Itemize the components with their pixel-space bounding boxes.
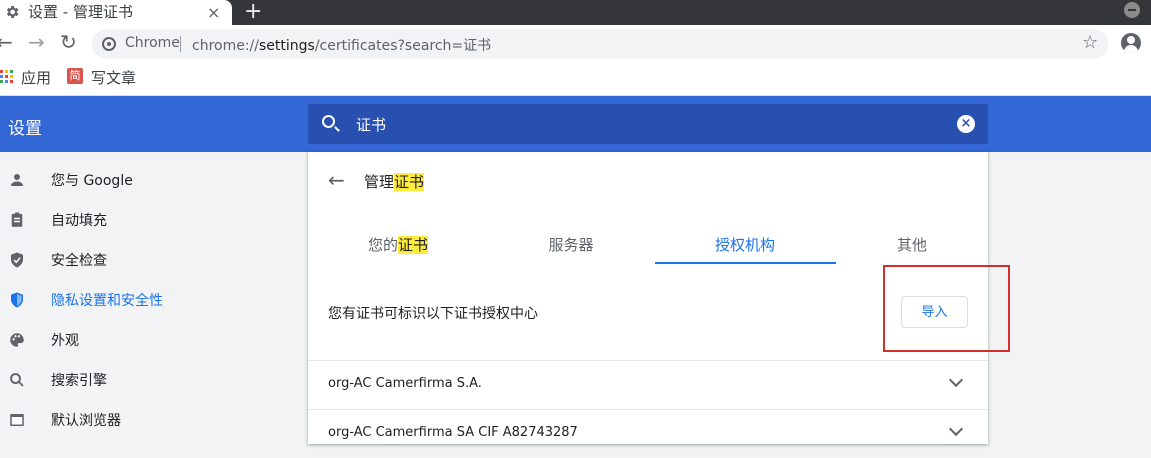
tab-your-certificates[interactable]: 您的证书 (308, 234, 488, 255)
bookmark-apps[interactable]: 应用 (21, 67, 51, 88)
certificates-card: ← 管理证书 您的证书 服务器 授权机构 其他 您有证书可标识以下证书授权中心 … (308, 152, 1010, 444)
sidebar-item-default-browser[interactable]: 默认浏览器 (0, 400, 300, 440)
settings-title: 设置 (8, 119, 42, 139)
person-icon (11, 174, 23, 186)
annotation-highlight-box (883, 265, 1010, 352)
tab-others[interactable]: 其他 (822, 234, 1002, 255)
search-highlight: 证书 (398, 236, 429, 254)
settings-search-box[interactable]: × (308, 104, 988, 144)
sidebar-item-label: 搜索引擎 (51, 373, 107, 389)
close-tab-icon[interactable]: × (207, 3, 220, 22)
list-item[interactable]: org-AC Camerfirma SA CIF A82743287 (308, 409, 988, 458)
apps-grid-icon[interactable] (0, 70, 13, 84)
back-arrow-icon[interactable]: ← (328, 168, 345, 192)
chrome-secure-icon (102, 37, 116, 51)
search-icon (10, 373, 24, 387)
tab-authorities[interactable]: 授权机构 (655, 234, 835, 255)
omnibox-separator (180, 36, 181, 52)
settings-search-input[interactable] (354, 114, 914, 134)
chevron-down-icon[interactable] (948, 421, 964, 437)
new-tab-button[interactable]: + (244, 0, 262, 24)
sidebar-item-autofill[interactable]: 自动填充 (0, 200, 300, 240)
jianshu-icon: 简 (67, 68, 83, 84)
profile-avatar-icon[interactable] (1121, 33, 1141, 53)
gear-icon (6, 6, 19, 18)
minimize-window-button[interactable] (1124, 2, 1140, 18)
search-icon (322, 115, 335, 128)
omnibox-chrome-label: Chrome (125, 35, 180, 51)
url-text[interactable]: chrome://settings/certificates?search=证书 (192, 35, 491, 55)
bookmarks-bar: 应用 简 写文章 (0, 63, 1151, 96)
authority-name: org-AC Camerfirma SA CIF A82743287 (328, 425, 578, 440)
tab-strip: 设置 - 管理证书 × + (0, 0, 1151, 25)
search-highlight: 证书 (394, 173, 425, 191)
authority-name: org-AC Camerfirma S.A. (328, 376, 482, 391)
sidebar-item-label: 自动填充 (51, 213, 107, 229)
authorities-description: 您有证书可标识以下证书授权中心 (328, 306, 538, 322)
shield-check-icon (11, 252, 23, 268)
sidebar-item-label: 安全检查 (51, 253, 107, 269)
shield-icon (11, 292, 23, 308)
forward-arrow-icon[interactable]: → (28, 30, 45, 54)
back-arrow-icon[interactable]: ← (0, 30, 13, 54)
sidebar-item-label: 隐私设置和安全性 (51, 293, 163, 309)
sidebar-item-label: 您与 Google (51, 173, 133, 189)
sidebar-item-search-engine[interactable]: 搜索引擎 (0, 360, 300, 400)
browser-icon (10, 414, 24, 426)
settings-sidebar: 您与 Google 自动填充 安全检查 隐私设置和安全性 外观 搜索引擎 默认浏… (0, 152, 300, 444)
tab-servers[interactable]: 服务器 (481, 234, 661, 255)
page-title: 管理证书 (364, 173, 425, 191)
sidebar-item-label: 外观 (51, 333, 79, 349)
sidebar-item-you-and-google[interactable]: 您与 Google (0, 160, 300, 200)
browser-toolbar: ← → ↻ Chrome chrome://settings/certifica… (0, 25, 1151, 63)
sidebar-item-appearance[interactable]: 外观 (0, 320, 300, 360)
settings-header: 设置 × (0, 96, 1151, 152)
clear-search-icon[interactable]: × (957, 115, 975, 133)
browser-tab-settings[interactable]: 设置 - 管理证书 × (0, 0, 232, 25)
tab-title: 设置 - 管理证书 (28, 3, 133, 21)
palette-icon (10, 333, 24, 347)
address-bar[interactable]: Chrome chrome://settings/certificates?se… (92, 29, 1108, 59)
clipboard-icon (11, 212, 23, 227)
list-item[interactable]: org-AC Camerfirma S.A. (308, 360, 988, 409)
bookmark-write-article[interactable]: 写文章 (91, 67, 136, 88)
reload-icon[interactable]: ↻ (60, 30, 77, 54)
sidebar-item-label: 默认浏览器 (51, 413, 121, 429)
sidebar-item-privacy-security[interactable]: 隐私设置和安全性 (0, 280, 300, 320)
url-host: settings (259, 38, 315, 54)
certificate-tabs: 您的证书 服务器 授权机构 其他 (308, 224, 988, 266)
chevron-down-icon[interactable] (948, 372, 964, 388)
active-tab-indicator (655, 262, 836, 264)
bookmark-star-icon[interactable]: ☆ (1082, 32, 1098, 53)
sidebar-item-safety-check[interactable]: 安全检查 (0, 240, 300, 280)
